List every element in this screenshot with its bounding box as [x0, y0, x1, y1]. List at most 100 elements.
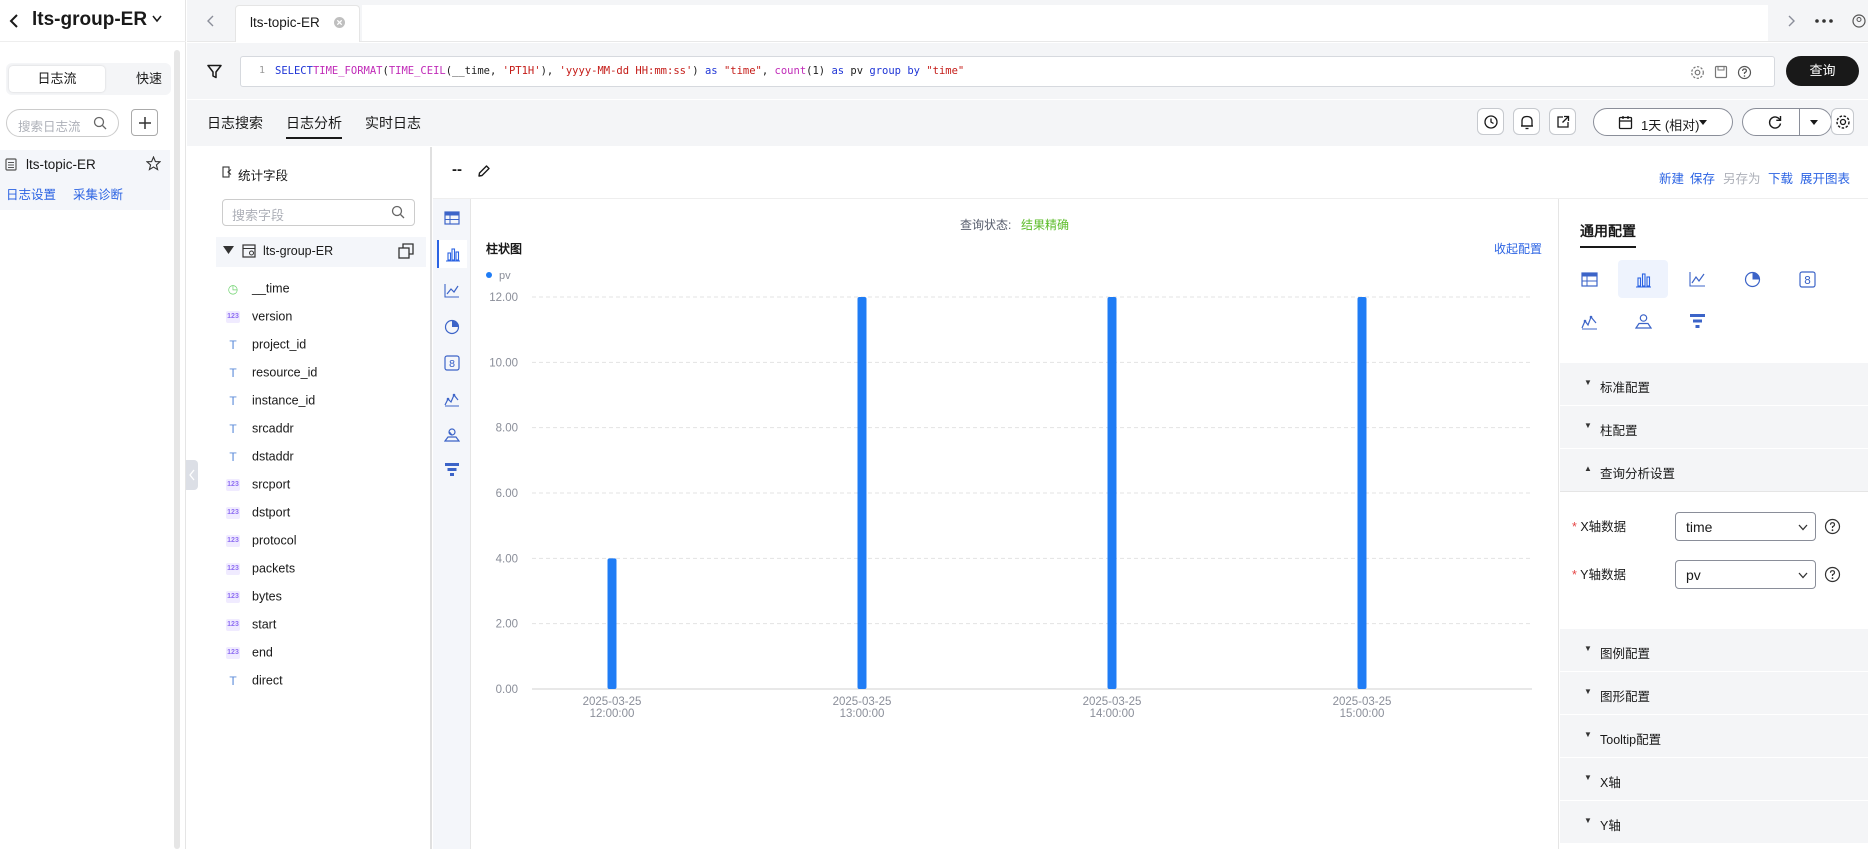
chart-type-pie[interactable] [437, 312, 467, 340]
x-axis-select[interactable]: time [1675, 512, 1816, 541]
field-item[interactable]: 123 protocol [226, 533, 296, 553]
config-tab-general[interactable]: 通用配置 [1580, 221, 1636, 248]
field-item[interactable]: Tproject_id [226, 337, 306, 357]
field-item[interactable]: 123 packets [226, 561, 295, 581]
history-button[interactable] [1477, 108, 1504, 135]
chart-type-line[interactable] [437, 276, 467, 304]
help-icon[interactable] [1824, 566, 1841, 583]
section-standard-config[interactable]: ▼ 标准配置 [1560, 363, 1868, 406]
field-item[interactable]: 123 start [226, 617, 276, 637]
search-icon[interactable] [93, 116, 107, 130]
sidebar-scrollbar[interactable] [174, 50, 180, 849]
star-icon[interactable] [146, 156, 161, 171]
download-link[interactable]: 下载 [1768, 168, 1793, 187]
tab-realtime-log[interactable]: 实时日志 [365, 113, 421, 133]
section-bar-config[interactable]: ▼ 柱配置 [1560, 406, 1868, 449]
config-chart-table[interactable] [1564, 260, 1614, 298]
chart-type-funnel[interactable] [437, 455, 467, 483]
chart-type-number[interactable]: 8 [437, 348, 467, 376]
refresh-split-button[interactable] [1742, 108, 1832, 136]
field-item[interactable]: 123 version [226, 309, 292, 329]
sql-query-editor[interactable]: 1 SELECTTIME_FORMAT(TIME_CEIL(__time, 'P… [240, 56, 1775, 87]
tab-quick-query[interactable]: 快速查 [112, 66, 172, 92]
save-chart-link[interactable]: 保存 [1690, 168, 1715, 187]
close-tab-icon[interactable] [333, 16, 346, 29]
field-item[interactable]: Tdirect [226, 673, 282, 693]
more-icon[interactable] [1815, 19, 1833, 23]
collapse-fields-icon[interactable] [222, 166, 232, 178]
expand-chart-link[interactable]: 展开图表 [1800, 168, 1850, 187]
log-group-title[interactable]: lts-group-ER [32, 9, 147, 31]
field-item[interactable]: 123 dstport [226, 505, 290, 525]
config-chart-line[interactable] [1672, 260, 1722, 298]
tab-log-stream[interactable]: 日志流 [9, 66, 105, 92]
tab-log-analysis[interactable]: 日志分析 [286, 113, 342, 139]
tab-log-search[interactable]: 日志搜索 [207, 113, 263, 133]
field-item[interactable]: 123 srcport [226, 477, 290, 497]
alarm-button[interactable] [1513, 108, 1540, 135]
field-group-name: lts-group-ER [263, 244, 334, 258]
field-item[interactable]: ◷ __time [226, 281, 290, 301]
field-name: bytes [252, 589, 282, 604]
log-settings-link[interactable]: 日志设置 [6, 184, 56, 203]
field-group-row[interactable]: lts-group-ER [216, 237, 426, 267]
section-graphic-config[interactable]: ▼ 图形配置 [1560, 672, 1868, 715]
help-icon[interactable] [1824, 518, 1841, 535]
config-chart-pie[interactable] [1727, 260, 1777, 298]
edit-icon[interactable] [477, 164, 491, 178]
sql-token: (1) [806, 65, 832, 77]
chart-type-bar[interactable] [437, 240, 467, 268]
field-item[interactable]: 123 end [226, 645, 273, 665]
search-icon[interactable] [391, 205, 405, 219]
save-query-icon[interactable] [1714, 65, 1728, 79]
user-icon[interactable] [1852, 14, 1866, 28]
collect-diagnose-link[interactable]: 采集诊断 [73, 184, 123, 203]
back-icon[interactable] [8, 14, 20, 28]
config-chart-funnel[interactable] [1672, 302, 1722, 340]
chart-type-table[interactable] [437, 204, 467, 232]
field-search-input[interactable]: 搜索字段 [222, 199, 415, 226]
field-item[interactable]: Tsrcaddr [226, 421, 293, 441]
tab-scroll-right-icon[interactable] [1788, 15, 1796, 27]
tab-scroll-left-icon[interactable] [206, 15, 214, 27]
share-button[interactable] [1549, 108, 1576, 135]
chevron-down-icon[interactable] [152, 15, 162, 23]
chart-type-map[interactable] [437, 420, 467, 448]
caret-down-icon[interactable] [223, 246, 234, 255]
tab-label: lts-topic-ER [250, 15, 320, 30]
settings-button[interactable] [1831, 108, 1854, 135]
stream-name[interactable]: lts-topic-ER [26, 157, 96, 172]
new-chart-link[interactable]: 新建 [1659, 168, 1684, 187]
tab-lts-topic-er[interactable]: lts-topic-ER [235, 5, 360, 42]
copy-icon[interactable] [398, 243, 414, 259]
run-query-button[interactable]: 查询 [1786, 56, 1859, 86]
section-tooltip-config[interactable]: ▼ Tooltip配置 [1560, 715, 1868, 758]
config-chart-number[interactable]: 8 [1782, 260, 1832, 298]
section-legend-config[interactable]: ▼ 图例配置 [1560, 629, 1868, 672]
time-range-picker[interactable]: 1天 (相对) [1593, 108, 1733, 136]
field-name: dstaddr [252, 449, 294, 464]
help-icon[interactable] [1737, 65, 1752, 80]
caret-down-icon[interactable] [1810, 120, 1818, 126]
section-y-axis[interactable]: ▼ Y轴 [1560, 801, 1868, 844]
section-x-axis[interactable]: ▼ X轴 [1560, 758, 1868, 801]
field-item[interactable]: Tdstaddr [226, 449, 294, 469]
section-query-analysis[interactable]: ▲ 查询分析设置 [1560, 449, 1868, 492]
config-chart-bar[interactable] [1618, 260, 1668, 298]
sidebar-collapse-handle[interactable] [186, 460, 198, 490]
refresh-icon[interactable] [1767, 114, 1783, 130]
settings-icon[interactable] [1690, 65, 1705, 80]
stream-list-item[interactable]: lts-topic-ER 日志设置 采集诊断 [0, 150, 170, 210]
field-item[interactable]: Tresource_id [226, 365, 317, 385]
field-item[interactable]: 123 bytes [226, 589, 282, 609]
add-stream-button[interactable] [131, 109, 158, 136]
config-chart-map[interactable] [1618, 302, 1668, 340]
chart-type-flow[interactable] [437, 384, 467, 412]
filter-icon[interactable] [207, 64, 222, 79]
y-axis-select[interactable]: pv [1675, 560, 1816, 589]
field-item[interactable]: Tinstance_id [226, 393, 315, 413]
number-type-icon: 123 [226, 646, 240, 659]
sql-statement[interactable]: SELECTTIME_FORMAT(TIME_CEIL(__time, 'PT1… [275, 65, 964, 77]
stream-search-input[interactable]: 搜索日志流 [6, 109, 119, 137]
config-chart-flow[interactable] [1564, 302, 1614, 340]
